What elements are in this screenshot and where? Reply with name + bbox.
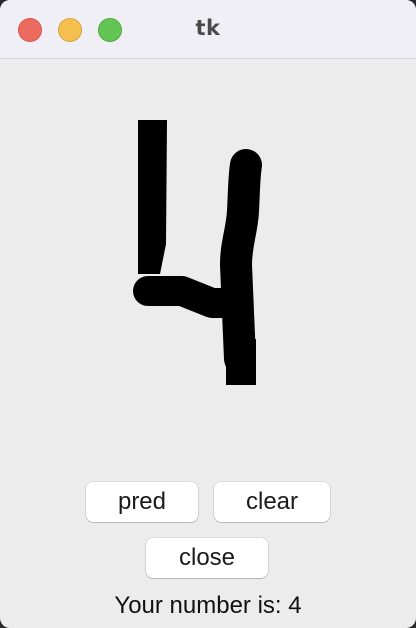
digit-stroke-right-end	[226, 339, 256, 385]
pred-button[interactable]: pred	[86, 482, 198, 522]
drawing-canvas[interactable]	[0, 59, 416, 459]
title-bar[interactable]: tk	[0, 0, 416, 59]
prediction-result-label: Your number is: 4	[114, 592, 302, 619]
window-title: tk	[195, 16, 221, 40]
close-button[interactable]: close	[146, 538, 268, 578]
clear-button[interactable]: clear	[214, 482, 330, 522]
app-window: tk pred clear close Your number is: 4	[0, 0, 416, 628]
digit-stroke-left	[138, 120, 167, 274]
digit-stroke-right	[220, 149, 262, 375]
handwritten-digit-strokes	[133, 120, 262, 385]
